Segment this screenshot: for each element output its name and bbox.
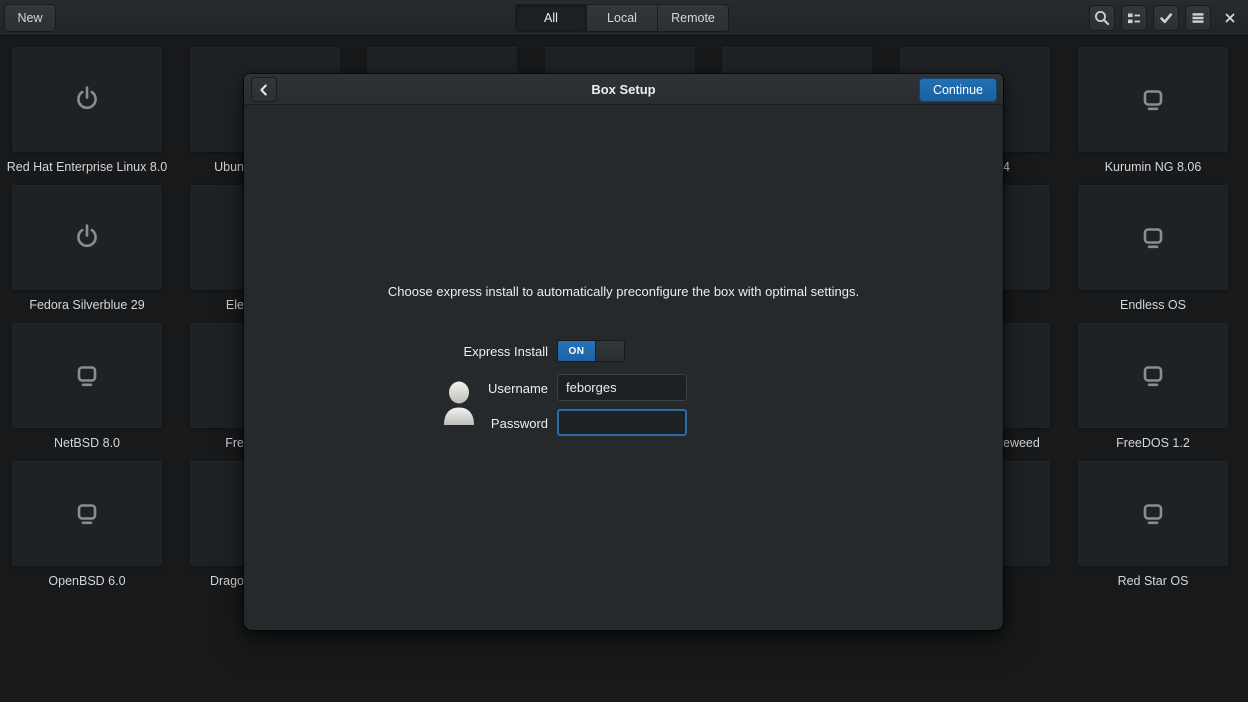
dialog-header-bar: Box Setup Continue [244,74,1003,105]
password-input[interactable] [557,409,687,436]
vm-tile-label: NetBSD 8.0 [0,436,192,452]
boxes-app-window: Red Hat Enterprise Linux 8.0 Kurumin NG 8… [0,0,1248,702]
close-icon [1223,11,1237,25]
selection-mode-icon [1157,9,1175,27]
header-bar: New All Local Remote [0,0,1248,36]
username-input[interactable] [557,374,687,401]
box-setup-dialog: Box Setup Continue Choose express instal… [244,74,1003,630]
vm-tile-label-partial: Fre [225,436,244,452]
selection-mode-button[interactable] [1153,5,1179,31]
search-icon [1093,9,1111,27]
vm-tile[interactable]: Endless OS [1078,185,1228,290]
vm-tile[interactable]: OpenBSD 6.0 [12,461,162,566]
username-label: Username [244,381,548,397]
list-view-button[interactable] [1121,5,1147,31]
search-button[interactable] [1089,5,1115,31]
vm-tile-label-partial: Drago [210,574,244,590]
vm-tile-label: Red Hat Enterprise Linux 8.0 [0,160,192,176]
vm-tile-label-partial: eweed [1003,436,1040,452]
vm-tile[interactable]: Kurumin NG 8.06 [1078,47,1228,152]
vm-tile-label: FreeDOS 1.2 [1048,436,1248,452]
monitor-icon [70,497,104,531]
toggle-knob[interactable] [595,341,624,361]
monitor-icon [70,359,104,393]
vm-tile-label: Endless OS [1048,298,1248,314]
password-label: Password [244,416,548,432]
toggle-on-label: ON [558,341,595,361]
vm-tile-label: OpenBSD 6.0 [0,574,192,590]
window-close-button[interactable] [1217,5,1243,31]
vm-tile[interactable]: Red Hat Enterprise Linux 8.0 [12,47,162,152]
filter-local-button[interactable]: Local [586,4,658,32]
express-install-label: Express Install [244,344,548,360]
dialog-title: Box Setup [244,74,1003,105]
menu-button[interactable] [1185,5,1211,31]
power-icon [70,221,104,255]
vm-tile-label: Kurumin NG 8.06 [1048,160,1248,176]
list-view-icon [1125,9,1143,27]
express-install-toggle[interactable]: ON [557,340,625,362]
filter-remote-button[interactable]: Remote [657,4,729,32]
power-icon [70,83,104,117]
vm-tile[interactable]: NetBSD 8.0 [12,323,162,428]
filter-all-button[interactable]: All [515,4,587,32]
monitor-icon [1136,497,1170,531]
vm-tile[interactable]: FreeDOS 1.2 [1078,323,1228,428]
header-actions [1089,5,1211,31]
monitor-icon [1136,83,1170,117]
vm-tile-label-partial: Ubun [214,160,244,176]
vm-tile-label-partial: Ele [226,298,244,314]
vm-tile-label: Fedora Silverblue 29 [0,298,192,314]
monitor-icon [1136,359,1170,393]
vm-tile-label-partial: 4 [1003,160,1010,176]
source-filter-group: All Local Remote [515,4,729,32]
continue-button[interactable]: Continue [919,78,997,102]
menu-icon [1189,9,1207,27]
vm-tile-label: Red Star OS [1048,574,1248,590]
monitor-icon [1136,221,1170,255]
express-install-description: Choose express install to automatically … [244,284,1003,299]
new-button[interactable]: New [4,4,56,32]
vm-tile[interactable]: Red Star OS [1078,461,1228,566]
vm-tile[interactable]: Fedora Silverblue 29 [12,185,162,290]
